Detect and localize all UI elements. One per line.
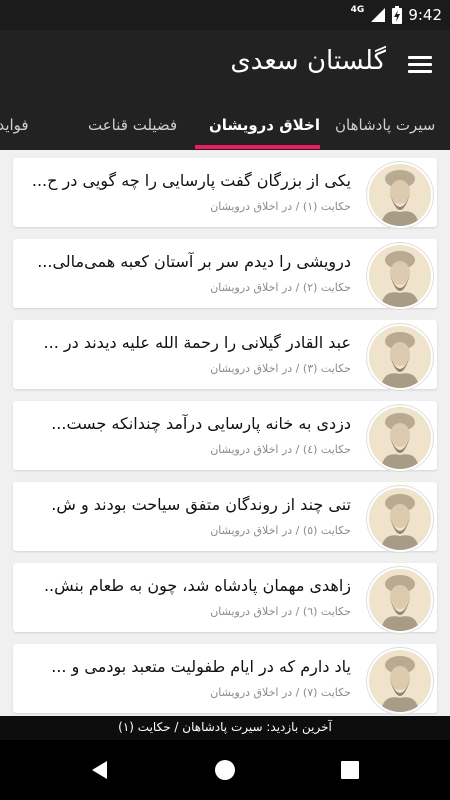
story-title: عبد القادر گیلانی را رحمة الله علیه دیدن… xyxy=(43,333,351,352)
saadi-portrait-avatar xyxy=(367,162,433,228)
story-item[interactable]: زاهدی مهمان پادشاه شد، چون به طعام بنش..… xyxy=(13,563,437,633)
story-subtitle: حکایت (۷) / در اخلاق درویشان xyxy=(210,686,351,699)
story-subtitle: حکایت (۲) / در اخلاق درویشان xyxy=(210,281,351,294)
status-bar: 4G 9:42 xyxy=(0,0,450,30)
active-tab-indicator xyxy=(195,145,320,149)
story-list[interactable]: یکی از بزرگان گفت پارسایی را چه گویی در … xyxy=(0,150,450,716)
saadi-portrait-avatar xyxy=(367,243,433,309)
story-title: یکی از بزرگان گفت پارسایی را چه گویی در … xyxy=(31,171,351,190)
story-item[interactable]: دزدی به خانه پارسایی درآمد چندانکه جست..… xyxy=(13,401,437,471)
battery-charging-icon xyxy=(392,6,403,24)
story-item[interactable]: یاد دارم که در ایام طفولیت متعبد بودمی و… xyxy=(13,644,437,714)
home-icon[interactable] xyxy=(213,758,237,782)
story-subtitle: حکایت (٦) / در اخلاق درویشان xyxy=(210,605,351,618)
story-item[interactable]: درویشی را دیدم سر بر آستان کعبه همی‌مالی… xyxy=(13,239,437,309)
story-item[interactable]: عبد القادر گیلانی را رحمة الله علیه دیدن… xyxy=(13,320,437,390)
clock: 9:42 xyxy=(408,6,442,24)
last-visit-bar[interactable]: آخرین بازدید: سیرت پادشاهان / حکایت (۱) xyxy=(0,716,450,740)
saadi-portrait-avatar xyxy=(367,405,433,471)
signal-icon xyxy=(371,8,386,22)
tab-contentment[interactable]: فضیلت قناعت xyxy=(88,102,177,150)
back-icon[interactable] xyxy=(88,758,112,782)
story-subtitle: حکایت (٤) / در اخلاق درویشان xyxy=(210,443,351,456)
story-subtitle: حکایت (٥) / در اخلاق درویشان xyxy=(210,524,351,537)
system-navigation-bar xyxy=(0,740,450,800)
story-title: درویشی را دیدم سر بر آستان کعبه همی‌مالی… xyxy=(37,252,351,271)
tab-dervishes[interactable]: اخلاق درویشان xyxy=(209,102,320,150)
story-title: دزدی به خانه پارسایی درآمد چندانکه جست..… xyxy=(51,414,351,433)
network-type: 4G xyxy=(350,5,365,15)
saadi-portrait-avatar xyxy=(367,567,433,633)
app-title: گلستان سعدی xyxy=(230,46,386,76)
chapter-tabs: سیرت پادشاهان اخلاق درویشان فضیلت قناعت … xyxy=(0,102,450,150)
saadi-portrait-avatar xyxy=(367,486,433,552)
app-bar: گلستان سعدی xyxy=(0,30,450,102)
story-subtitle: حکایت (۳) / در اخلاق درویشان xyxy=(210,362,351,375)
story-item[interactable]: تنی چند از روندگان متفق سیاحت بودند و ش.… xyxy=(13,482,437,552)
story-subtitle: حکایت (۱) / در اخلاق درویشان xyxy=(210,200,351,213)
saadi-portrait-avatar xyxy=(367,648,433,714)
tab-silence[interactable]: فواید خاموشی xyxy=(0,102,29,150)
hamburger-menu-icon[interactable] xyxy=(406,52,434,80)
tab-kings[interactable]: سیرت پادشاهان xyxy=(335,102,435,150)
recents-icon[interactable] xyxy=(338,758,362,782)
story-title: زاهدی مهمان پادشاه شد، چون به طعام بنش.. xyxy=(43,576,351,595)
story-title: یاد دارم که در ایام طفولیت متعبد بودمی و… xyxy=(51,657,351,676)
saadi-portrait-avatar xyxy=(367,324,433,390)
story-title: تنی چند از روندگان متفق سیاحت بودند و ش. xyxy=(51,495,351,514)
story-item[interactable]: یکی از بزرگان گفت پارسایی را چه گویی در … xyxy=(13,158,437,228)
